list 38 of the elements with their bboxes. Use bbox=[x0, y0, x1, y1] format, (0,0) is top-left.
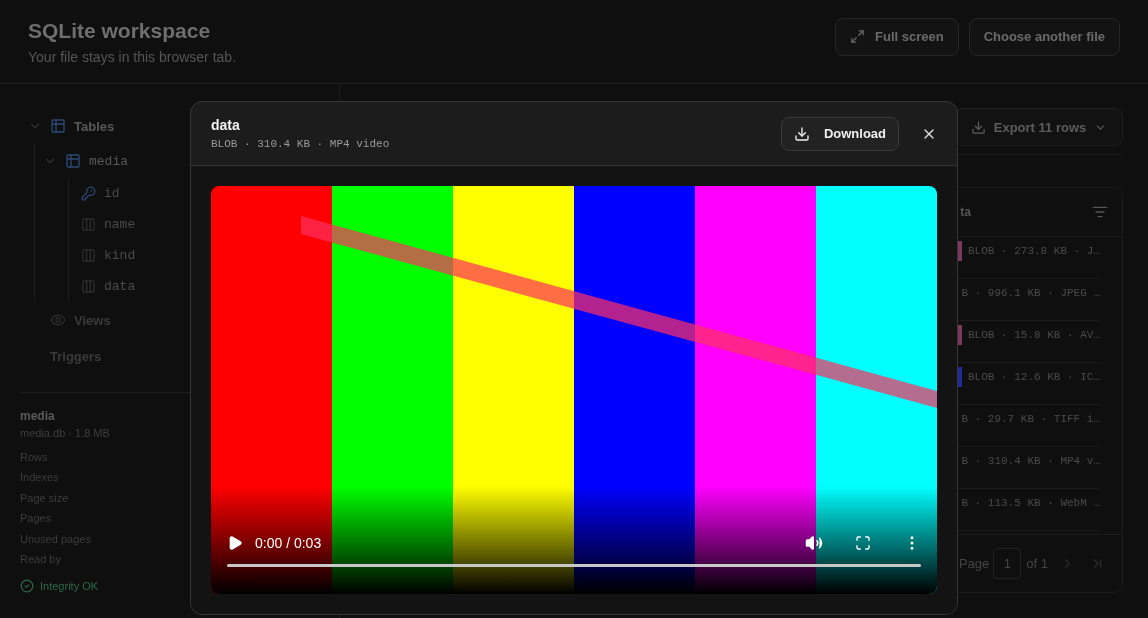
tree-item[interactable]: id bbox=[104, 186, 120, 201]
expand-icon bbox=[850, 29, 865, 44]
table-cell-text: B · 113.5 KB · WebM … bbox=[961, 496, 1100, 509]
export-button[interactable]: Export 11 rows bbox=[955, 108, 1123, 146]
table-cell-text: B · 996.1 KB · JPEG … bbox=[961, 286, 1100, 299]
tree-item[interactable]: Tables bbox=[74, 118, 115, 134]
check-icon bbox=[20, 579, 34, 594]
volume-icon[interactable] bbox=[805, 534, 823, 552]
fullscreen-icon[interactable] bbox=[855, 535, 871, 551]
columns-icon bbox=[81, 217, 96, 232]
tree-item[interactable]: kind bbox=[104, 248, 136, 263]
fullscreen-button[interactable]: Full screen bbox=[835, 17, 959, 56]
video-time: 0:00 / 0:03 bbox=[255, 535, 322, 551]
blob-meta: BLOB · 310.4 KB · MP4 video bbox=[211, 138, 390, 150]
columns-icon bbox=[81, 279, 96, 294]
play-icon[interactable] bbox=[227, 535, 243, 551]
table-icon bbox=[65, 153, 81, 169]
choose-file-button[interactable]: Choose another file bbox=[968, 17, 1120, 56]
page-subtitle: Your file stays in this browser tab. bbox=[28, 48, 237, 65]
table-cell-text: BLOB · 12.6 KB · IC… bbox=[967, 370, 1100, 383]
table-icon bbox=[50, 118, 66, 134]
dialog-title: data bbox=[211, 117, 241, 133]
tree-item[interactable]: media bbox=[89, 153, 128, 169]
tree-item[interactable]: data bbox=[104, 279, 136, 294]
integrity-status: Integrity OK bbox=[40, 580, 99, 593]
page-title: SQLite workspace bbox=[28, 18, 212, 43]
key-icon bbox=[81, 186, 96, 201]
tree-item[interactable]: name bbox=[104, 217, 136, 232]
filter-icon[interactable] bbox=[1092, 204, 1108, 220]
column-header[interactable]: ta bbox=[960, 205, 971, 219]
table-cell-text: BLOB · 15.8 KB · AV… bbox=[967, 328, 1100, 341]
table-cell-text: BLOB · 273.8 KB · J… bbox=[967, 244, 1100, 257]
database-name: media bbox=[20, 409, 55, 423]
columns-icon bbox=[81, 248, 96, 263]
eye-icon bbox=[50, 312, 66, 328]
download-icon bbox=[970, 119, 986, 135]
download-icon bbox=[793, 125, 810, 142]
download-button[interactable]: Download bbox=[780, 116, 899, 151]
